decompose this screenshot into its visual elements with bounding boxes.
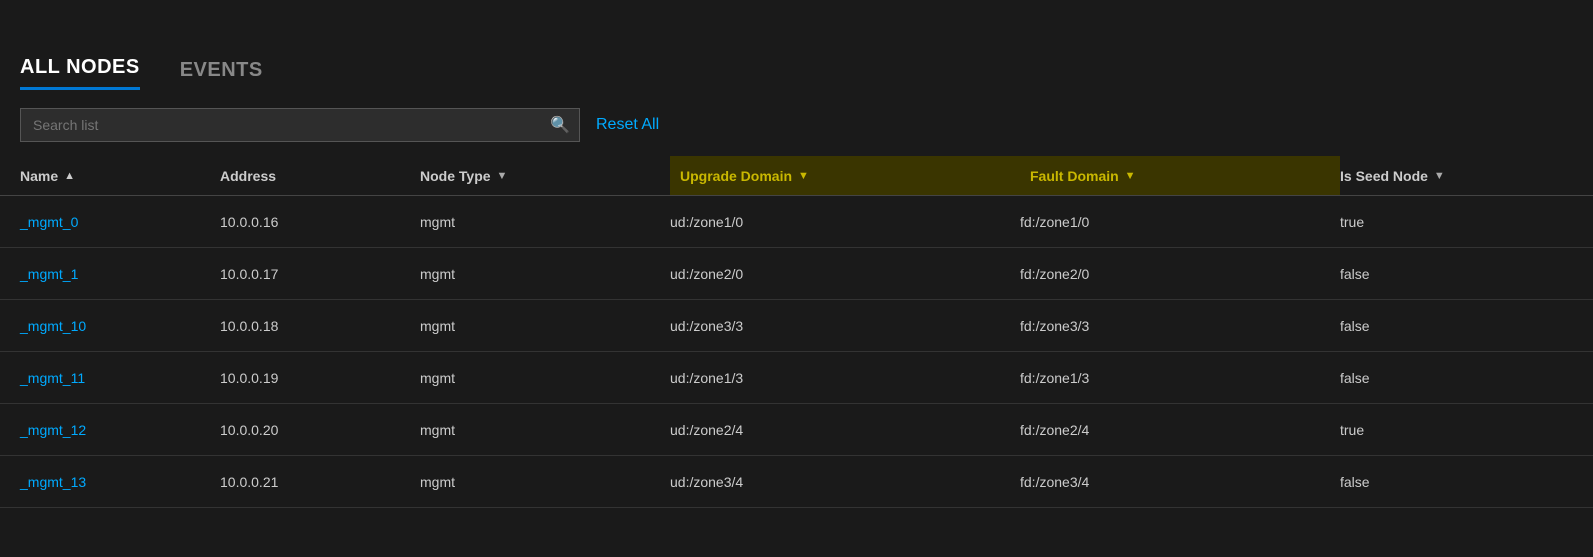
col-name-label: Name — [20, 168, 58, 184]
cell-is-seed-node: false — [1340, 474, 1593, 490]
cell-name[interactable]: _mgmt_12 — [20, 422, 220, 438]
search-icon: 🔍 — [550, 115, 570, 135]
table-body: _mgmt_010.0.0.16mgmtud:/zone1/0fd:/zone1… — [0, 196, 1593, 508]
col-header-upgrade-domain[interactable]: Upgrade Domain ▼ — [670, 156, 1020, 195]
reset-all-button[interactable]: Reset All — [596, 116, 659, 134]
cell-is-seed-node: true — [1340, 214, 1593, 230]
cell-upgrade-domain: ud:/zone2/0 — [670, 266, 1020, 282]
col-address-label: Address — [220, 168, 276, 184]
cell-is-seed-node: false — [1340, 318, 1593, 334]
cell-upgrade-domain: ud:/zone3/4 — [670, 474, 1020, 490]
table-container: Name ▲ Address Node Type ▼ Upgrade Domai… — [0, 156, 1593, 508]
sort-asc-icon: ▲ — [64, 170, 75, 182]
cell-address: 10.0.0.18 — [220, 318, 420, 334]
col-header-address: Address — [220, 168, 420, 184]
cell-name[interactable]: _mgmt_10 — [20, 318, 220, 334]
col-is-seed-node-label: Is Seed Node — [1340, 168, 1428, 184]
cell-address: 10.0.0.20 — [220, 422, 420, 438]
cell-node-type: mgmt — [420, 214, 670, 230]
cell-upgrade-domain: ud:/zone2/4 — [670, 422, 1020, 438]
cell-address: 10.0.0.19 — [220, 370, 420, 386]
table-header: Name ▲ Address Node Type ▼ Upgrade Domai… — [0, 156, 1593, 196]
col-fault-domain-label: Fault Domain — [1030, 168, 1119, 184]
cell-fault-domain: fd:/zone1/0 — [1020, 214, 1340, 230]
col-header-is-seed-node[interactable]: Is Seed Node ▼ — [1340, 168, 1593, 184]
cell-name[interactable]: _mgmt_1 — [20, 266, 220, 282]
table-row[interactable]: _mgmt_1310.0.0.21mgmtud:/zone3/4fd:/zone… — [0, 456, 1593, 508]
filter-node-type-icon: ▼ — [497, 170, 508, 182]
cell-name[interactable]: _mgmt_13 — [20, 474, 220, 490]
table-row[interactable]: _mgmt_010.0.0.16mgmtud:/zone1/0fd:/zone1… — [0, 196, 1593, 248]
col-header-node-type[interactable]: Node Type ▼ — [420, 168, 670, 184]
table-row[interactable]: _mgmt_110.0.0.17mgmtud:/zone2/0fd:/zone2… — [0, 248, 1593, 300]
table-row[interactable]: _mgmt_1110.0.0.19mgmtud:/zone1/3fd:/zone… — [0, 352, 1593, 404]
col-header-name[interactable]: Name ▲ — [20, 168, 220, 184]
table-row[interactable]: _mgmt_1010.0.0.18mgmtud:/zone3/3fd:/zone… — [0, 300, 1593, 352]
cell-is-seed-node: false — [1340, 266, 1593, 282]
cell-node-type: mgmt — [420, 474, 670, 490]
search-input[interactable] — [20, 108, 580, 142]
tabs-container: ALL NODES EVENTS — [0, 0, 1593, 90]
col-upgrade-domain-label: Upgrade Domain — [680, 168, 792, 184]
cell-name[interactable]: _mgmt_0 — [20, 214, 220, 230]
cell-fault-domain: fd:/zone3/3 — [1020, 318, 1340, 334]
cell-fault-domain: fd:/zone1/3 — [1020, 370, 1340, 386]
tab-events[interactable]: EVENTS — [180, 59, 263, 90]
cell-fault-domain: fd:/zone3/4 — [1020, 474, 1340, 490]
cell-fault-domain: fd:/zone2/4 — [1020, 422, 1340, 438]
table-row[interactable]: _mgmt_1210.0.0.20mgmtud:/zone2/4fd:/zone… — [0, 404, 1593, 456]
col-header-fault-domain[interactable]: Fault Domain ▼ — [1020, 156, 1340, 195]
cell-fault-domain: fd:/zone2/0 — [1020, 266, 1340, 282]
cell-upgrade-domain: ud:/zone3/3 — [670, 318, 1020, 334]
cell-address: 10.0.0.16 — [220, 214, 420, 230]
cell-node-type: mgmt — [420, 422, 670, 438]
cell-upgrade-domain: ud:/zone1/3 — [670, 370, 1020, 386]
cell-node-type: mgmt — [420, 266, 670, 282]
cell-address: 10.0.0.17 — [220, 266, 420, 282]
filter-upgrade-domain-icon: ▼ — [798, 170, 809, 182]
cell-is-seed-node: false — [1340, 370, 1593, 386]
cell-node-type: mgmt — [420, 318, 670, 334]
col-node-type-label: Node Type — [420, 168, 491, 184]
search-container: 🔍 — [20, 108, 580, 142]
search-bar-row: 🔍 Reset All — [0, 90, 1593, 156]
cell-name[interactable]: _mgmt_11 — [20, 370, 220, 386]
cell-node-type: mgmt — [420, 370, 670, 386]
cell-is-seed-node: true — [1340, 422, 1593, 438]
filter-is-seed-node-icon: ▼ — [1434, 170, 1445, 182]
cell-address: 10.0.0.21 — [220, 474, 420, 490]
tab-all-nodes[interactable]: ALL NODES — [20, 56, 140, 90]
cell-upgrade-domain: ud:/zone1/0 — [670, 214, 1020, 230]
filter-fault-domain-icon: ▼ — [1125, 170, 1136, 182]
